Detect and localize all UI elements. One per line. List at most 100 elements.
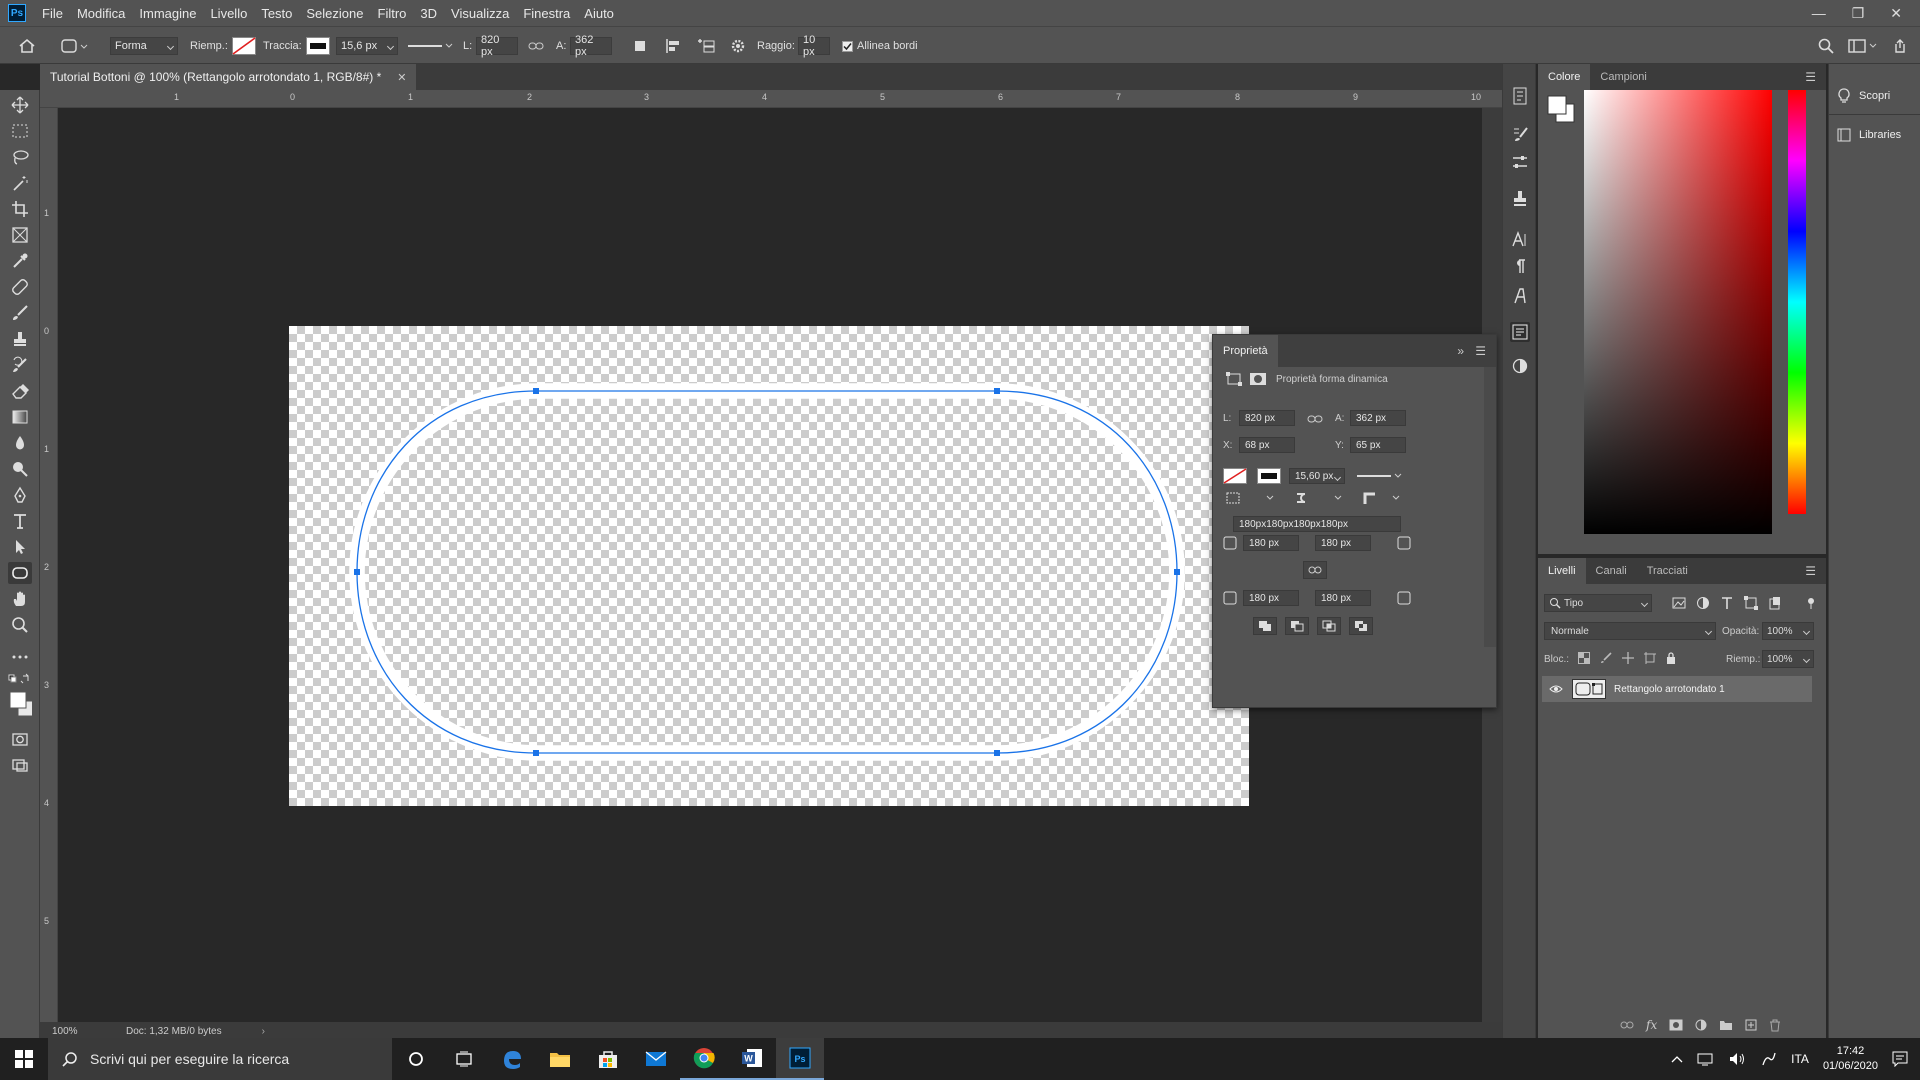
lock-pixels-icon[interactable] [1600,652,1612,664]
windows-start-icon[interactable] [0,1038,48,1080]
prop-x-input[interactable]: 68 px [1239,437,1295,453]
radius-input[interactable]: 10 px [798,34,830,58]
menu-finestra[interactable]: Finestra [523,6,570,21]
stroke-caps-select[interactable] [1291,490,1347,506]
brush-tool-icon[interactable] [8,302,32,324]
link-icon[interactable] [1307,414,1323,424]
path-arrangement-icon[interactable] [696,27,716,65]
corner-tl-input[interactable]: 180 px [1243,535,1299,551]
blur-tool-icon[interactable] [8,432,32,454]
prop-stroke-width-input[interactable]: 15,60 px [1289,468,1345,484]
path-alignment-icon[interactable] [664,27,682,65]
history-icon[interactable] [1510,86,1530,106]
menu-visualizza[interactable]: Visualizza [451,6,509,21]
document-canvas[interactable] [289,326,1249,806]
prop-stroke-swatch[interactable] [1257,468,1281,484]
lock-position-icon[interactable] [1622,652,1634,664]
new-adjustment-icon[interactable] [1695,1019,1707,1031]
color-field[interactable] [1584,90,1772,534]
restore-icon[interactable]: ❐ [1852,5,1865,22]
type-filter-icon[interactable] [1720,596,1734,610]
properties-scrollbar[interactable] [1484,367,1496,647]
path-selection-tool-icon[interactable] [8,536,32,558]
menu-immagine[interactable]: Immagine [139,6,196,21]
panel-menu-icon[interactable]: ☰ [1805,70,1816,84]
layer-filter-select[interactable]: Tipo [1544,594,1652,612]
menu-livello[interactable]: Livello [210,6,247,21]
menu-file[interactable]: File [42,6,63,21]
close-icon[interactable]: ✕ [1890,5,1902,22]
zoom-tool-icon[interactable] [8,614,32,636]
blend-mode-select[interactable]: Normale [1544,622,1716,640]
properties-panel-icon[interactable] [1510,322,1530,342]
clone-source-icon[interactable] [1510,188,1530,208]
word-icon[interactable]: W [728,1038,776,1080]
corner-tr-input[interactable]: 180 px [1315,535,1371,551]
gradient-tool-icon[interactable] [8,406,32,428]
chevron-up-icon[interactable] [1671,1055,1683,1063]
volume-icon[interactable] [1729,1052,1747,1066]
corner-br-input[interactable]: 180 px [1315,590,1371,606]
share-icon[interactable] [1892,27,1908,65]
color-swatches[interactable] [1546,92,1580,128]
document-info[interactable]: Doc: 1,32 MB/0 bytes [126,1026,222,1037]
height-input[interactable]: 362 px [570,34,612,58]
eraser-tool-icon[interactable] [8,380,32,402]
stroke-width-input[interactable]: 15,6 px [336,37,398,55]
file-explorer-icon[interactable] [536,1038,584,1080]
store-icon[interactable] [584,1038,632,1080]
menu-3d[interactable]: 3D [420,6,437,21]
gear-icon[interactable] [730,27,746,65]
adjustment-filter-icon[interactable] [1696,596,1710,610]
menu-selezione[interactable]: Selezione [306,6,363,21]
notifications-icon[interactable] [1892,1051,1908,1067]
subtract-shapes-icon[interactable] [1285,617,1309,635]
stroke-type-select[interactable] [406,27,454,65]
task-view-icon[interactable] [440,1038,488,1080]
stroke-corners-select[interactable] [1359,490,1405,506]
panel-menu-icon[interactable]: ☰ [1805,564,1816,578]
more-tools-icon[interactable] [8,646,32,668]
menu-filtro[interactable]: Filtro [378,6,407,21]
width-input[interactable]: 820 px [476,34,518,58]
menu-testo[interactable]: Testo [261,6,292,21]
new-group-icon[interactable] [1719,1019,1733,1031]
new-layer-icon[interactable] [1745,1019,1757,1031]
stroke-align-select[interactable] [1223,490,1279,506]
prop-fill-swatch[interactable] [1223,468,1247,484]
history-brush-tool-icon[interactable] [8,354,32,376]
tab-livelli[interactable]: Livelli [1538,558,1586,584]
corner-radius-summary[interactable]: 180px180px180px180px [1233,516,1401,532]
fill-input[interactable]: 100% [1762,650,1814,668]
image-filter-icon[interactable] [1672,596,1686,610]
tool-preset-picker[interactable] [60,27,88,65]
discover-button[interactable]: Scopri [1837,88,1890,104]
prop-height-input[interactable]: 362 px [1350,410,1406,426]
pen-workspace-icon[interactable] [1761,1051,1777,1067]
pen-tool-icon[interactable] [8,484,32,506]
adjustments-icon[interactable] [1510,356,1530,376]
link-layers-icon[interactable] [1620,1021,1634,1029]
hand-tool-icon[interactable] [8,588,32,610]
link-corners-button[interactable] [1303,561,1327,579]
close-tab-icon[interactable]: ✕ [397,71,406,84]
opacity-input[interactable]: 100% [1762,622,1814,640]
paragraph-icon[interactable] [1510,256,1530,276]
minimize-icon[interactable]: — [1812,5,1826,21]
screen-mode-icon[interactable] [8,754,32,776]
quick-mask-icon[interactable] [8,728,32,750]
search-icon[interactable] [1818,27,1834,65]
move-tool-icon[interactable] [8,94,32,116]
libraries-button[interactable]: Libraries [1837,128,1901,142]
layer-row[interactable]: Rettangolo arrotondato 1 [1542,676,1812,702]
rectangle-tool-icon[interactable] [8,562,32,584]
align-edges-checkbox[interactable]: Allinea bordi [842,27,918,65]
crop-tool-icon[interactable] [8,198,32,220]
tab-campioni[interactable]: Campioni [1590,64,1656,90]
brush-settings-icon[interactable] [1510,124,1530,144]
adjustments-sliders-icon[interactable] [1510,152,1530,172]
collapse-panel-icon[interactable]: » [1457,344,1464,358]
lock-artboard-icon[interactable] [1644,652,1656,664]
type-tool-icon[interactable] [8,510,32,532]
tab-tracciati[interactable]: Tracciati [1637,558,1698,584]
